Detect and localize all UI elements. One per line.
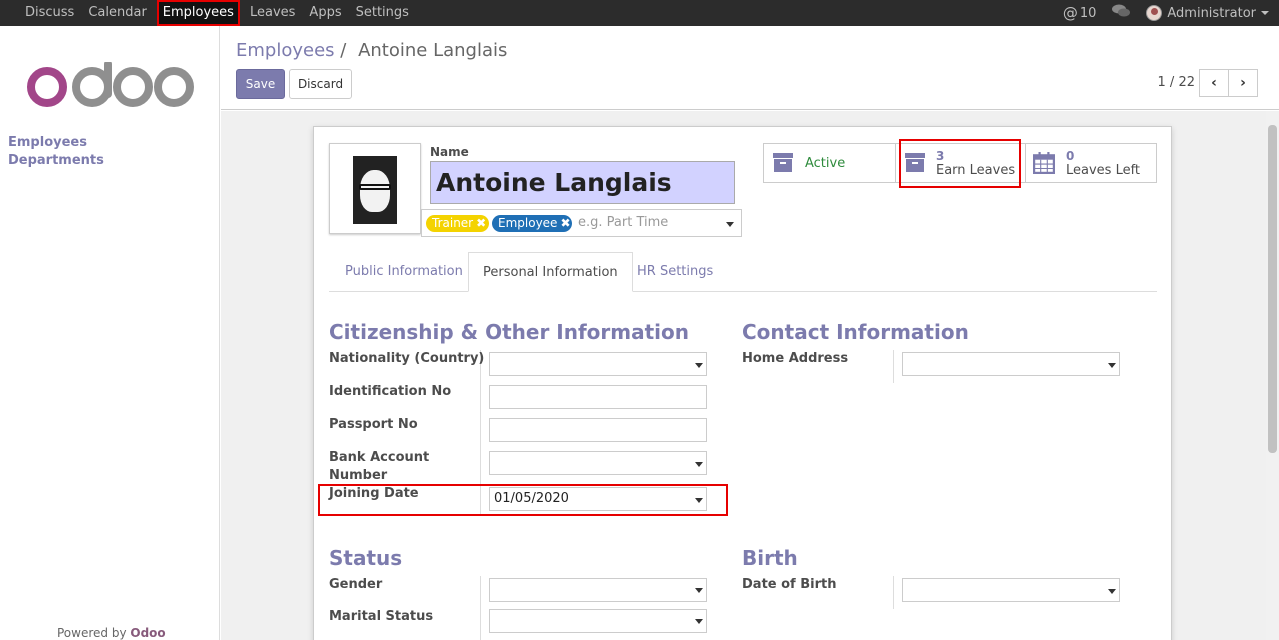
tab-public-information[interactable]: Public Information bbox=[345, 252, 463, 292]
save-button[interactable]: Save bbox=[236, 69, 285, 99]
powered-brand-link[interactable]: Odoo bbox=[130, 626, 165, 640]
pager-next-button[interactable]: › bbox=[1228, 69, 1258, 97]
sidebar: Employees Departments Powered by Odoo bbox=[0, 26, 220, 640]
label-divider bbox=[893, 350, 894, 383]
nationality-label: Nationality (Country) bbox=[329, 351, 485, 366]
calendar-icon bbox=[1033, 152, 1055, 174]
status-section-title: Status bbox=[329, 546, 403, 570]
pager-previous-button[interactable]: ‹ bbox=[1199, 69, 1229, 97]
menu-employees[interactable]: Employees bbox=[156, 0, 240, 26]
tag-label: Employee bbox=[498, 216, 558, 230]
date-of-birth-label: Date of Birth bbox=[742, 577, 837, 592]
tab-personal-information[interactable]: Personal Information bbox=[468, 252, 633, 292]
chevron-down-icon bbox=[695, 588, 703, 593]
vertical-scrollbar[interactable] bbox=[1266, 111, 1279, 640]
user-name: Administrator bbox=[1167, 5, 1256, 21]
tags-placeholder: e.g. Part Time bbox=[578, 215, 669, 230]
tab-hr-settings[interactable]: HR Settings bbox=[637, 252, 713, 292]
home-address-select[interactable] bbox=[902, 352, 1120, 376]
bank-account-label: Bank Account Number bbox=[329, 449, 429, 485]
sidebar-item-employees[interactable]: Employees bbox=[8, 134, 104, 152]
top-navbar: Discuss Calendar Employees Leaves Apps S… bbox=[0, 0, 1279, 26]
scrollbar-thumb[interactable] bbox=[1268, 125, 1277, 453]
marital-status-label: Marital Status bbox=[329, 609, 434, 624]
mentions-count: 10 bbox=[1079, 5, 1097, 21]
archive-icon bbox=[773, 153, 793, 172]
breadcrumb: Employees / Antoine Langlais bbox=[236, 40, 507, 61]
tag-trainer: Trainer ✖ bbox=[426, 215, 489, 232]
highlight-joining-date bbox=[318, 484, 728, 516]
menu-discuss[interactable]: Discuss bbox=[18, 0, 81, 26]
highlight-earn-leaves bbox=[899, 139, 1021, 188]
powered-prefix: Powered by bbox=[57, 626, 127, 640]
remove-tag-icon[interactable]: ✖ bbox=[476, 216, 486, 230]
menu-leaves[interactable]: Leaves bbox=[243, 0, 302, 26]
active-toggle-button[interactable]: Active bbox=[763, 143, 896, 183]
leaves-left-button[interactable]: 0 Leaves Left bbox=[1025, 143, 1157, 183]
breadcrumb-current: Antoine Langlais bbox=[358, 40, 508, 61]
nationality-select[interactable] bbox=[489, 352, 707, 376]
at-icon: @ bbox=[1062, 4, 1078, 22]
control-panel: Employees / Antoine Langlais Save Discar… bbox=[221, 26, 1279, 110]
gender-label: Gender bbox=[329, 577, 383, 592]
label-divider bbox=[893, 576, 894, 609]
leaves-left-count: 0 bbox=[1066, 149, 1075, 163]
name-label: Name bbox=[430, 145, 469, 159]
powered-by: Powered by Odoo bbox=[57, 626, 166, 640]
chevron-down-icon bbox=[695, 619, 703, 624]
odoo-logo bbox=[27, 62, 194, 107]
gender-select[interactable] bbox=[489, 578, 707, 602]
breadcrumb-employees-link[interactable]: Employees bbox=[236, 40, 335, 61]
identification-input[interactable] bbox=[489, 385, 707, 409]
pager-value: 1 / 22 bbox=[1157, 75, 1195, 90]
avatar bbox=[1146, 5, 1163, 21]
category-tags-field[interactable]: Trainer ✖ Employee ✖ e.g. Part Time bbox=[421, 209, 742, 237]
menu-settings[interactable]: Settings bbox=[349, 0, 416, 26]
sidebar-item-departments[interactable]: Departments bbox=[8, 152, 104, 170]
menu-apps[interactable]: Apps bbox=[302, 0, 348, 26]
citizenship-section-title: Citizenship & Other Information bbox=[329, 320, 689, 344]
passport-label: Passport No bbox=[329, 417, 418, 432]
chat-icon[interactable] bbox=[1112, 4, 1131, 22]
chevron-down-icon bbox=[1261, 11, 1269, 15]
bank-account-select[interactable] bbox=[489, 451, 707, 475]
passport-input[interactable] bbox=[489, 418, 707, 442]
systray: @ 10 Administrator bbox=[1063, 0, 1269, 26]
employee-photo[interactable] bbox=[329, 143, 421, 234]
label-divider bbox=[480, 576, 481, 640]
chevron-down-icon bbox=[1108, 589, 1116, 594]
user-menu[interactable]: Administrator bbox=[1146, 5, 1269, 21]
chevron-left-icon: ‹ bbox=[1211, 75, 1217, 91]
chevron-down-icon bbox=[695, 462, 703, 467]
birth-section-title: Birth bbox=[742, 546, 798, 570]
identification-label: Identification No bbox=[329, 384, 452, 399]
active-label: Active bbox=[805, 156, 846, 171]
bank-account-label-line2: Number bbox=[329, 468, 388, 483]
chevron-down-icon bbox=[1108, 363, 1116, 368]
chevron-down-icon[interactable] bbox=[726, 222, 734, 227]
mentions-indicator[interactable]: @ 10 bbox=[1063, 4, 1097, 22]
discard-button[interactable]: Discard bbox=[289, 69, 352, 99]
breadcrumb-separator: / bbox=[340, 40, 347, 61]
date-of-birth-select[interactable] bbox=[902, 578, 1120, 602]
leaves-left-label: Leaves Left bbox=[1066, 163, 1141, 178]
tag-label: Trainer bbox=[432, 216, 474, 230]
home-address-label: Home Address bbox=[742, 351, 849, 366]
remove-tag-icon[interactable]: ✖ bbox=[560, 216, 570, 230]
main-menu: Discuss Calendar Employees Leaves Apps S… bbox=[18, 0, 416, 26]
tag-employee: Employee ✖ bbox=[492, 215, 572, 232]
employee-name-input[interactable]: Antoine Langlais bbox=[430, 161, 735, 204]
contact-section-title: Contact Information bbox=[742, 320, 969, 344]
menu-calendar[interactable]: Calendar bbox=[81, 0, 153, 26]
chevron-right-icon: › bbox=[1240, 75, 1246, 91]
chevron-down-icon bbox=[695, 363, 703, 368]
employee-portrait bbox=[353, 156, 397, 224]
marital-status-select[interactable] bbox=[489, 609, 707, 633]
bank-account-label-line1: Bank Account bbox=[329, 450, 430, 465]
